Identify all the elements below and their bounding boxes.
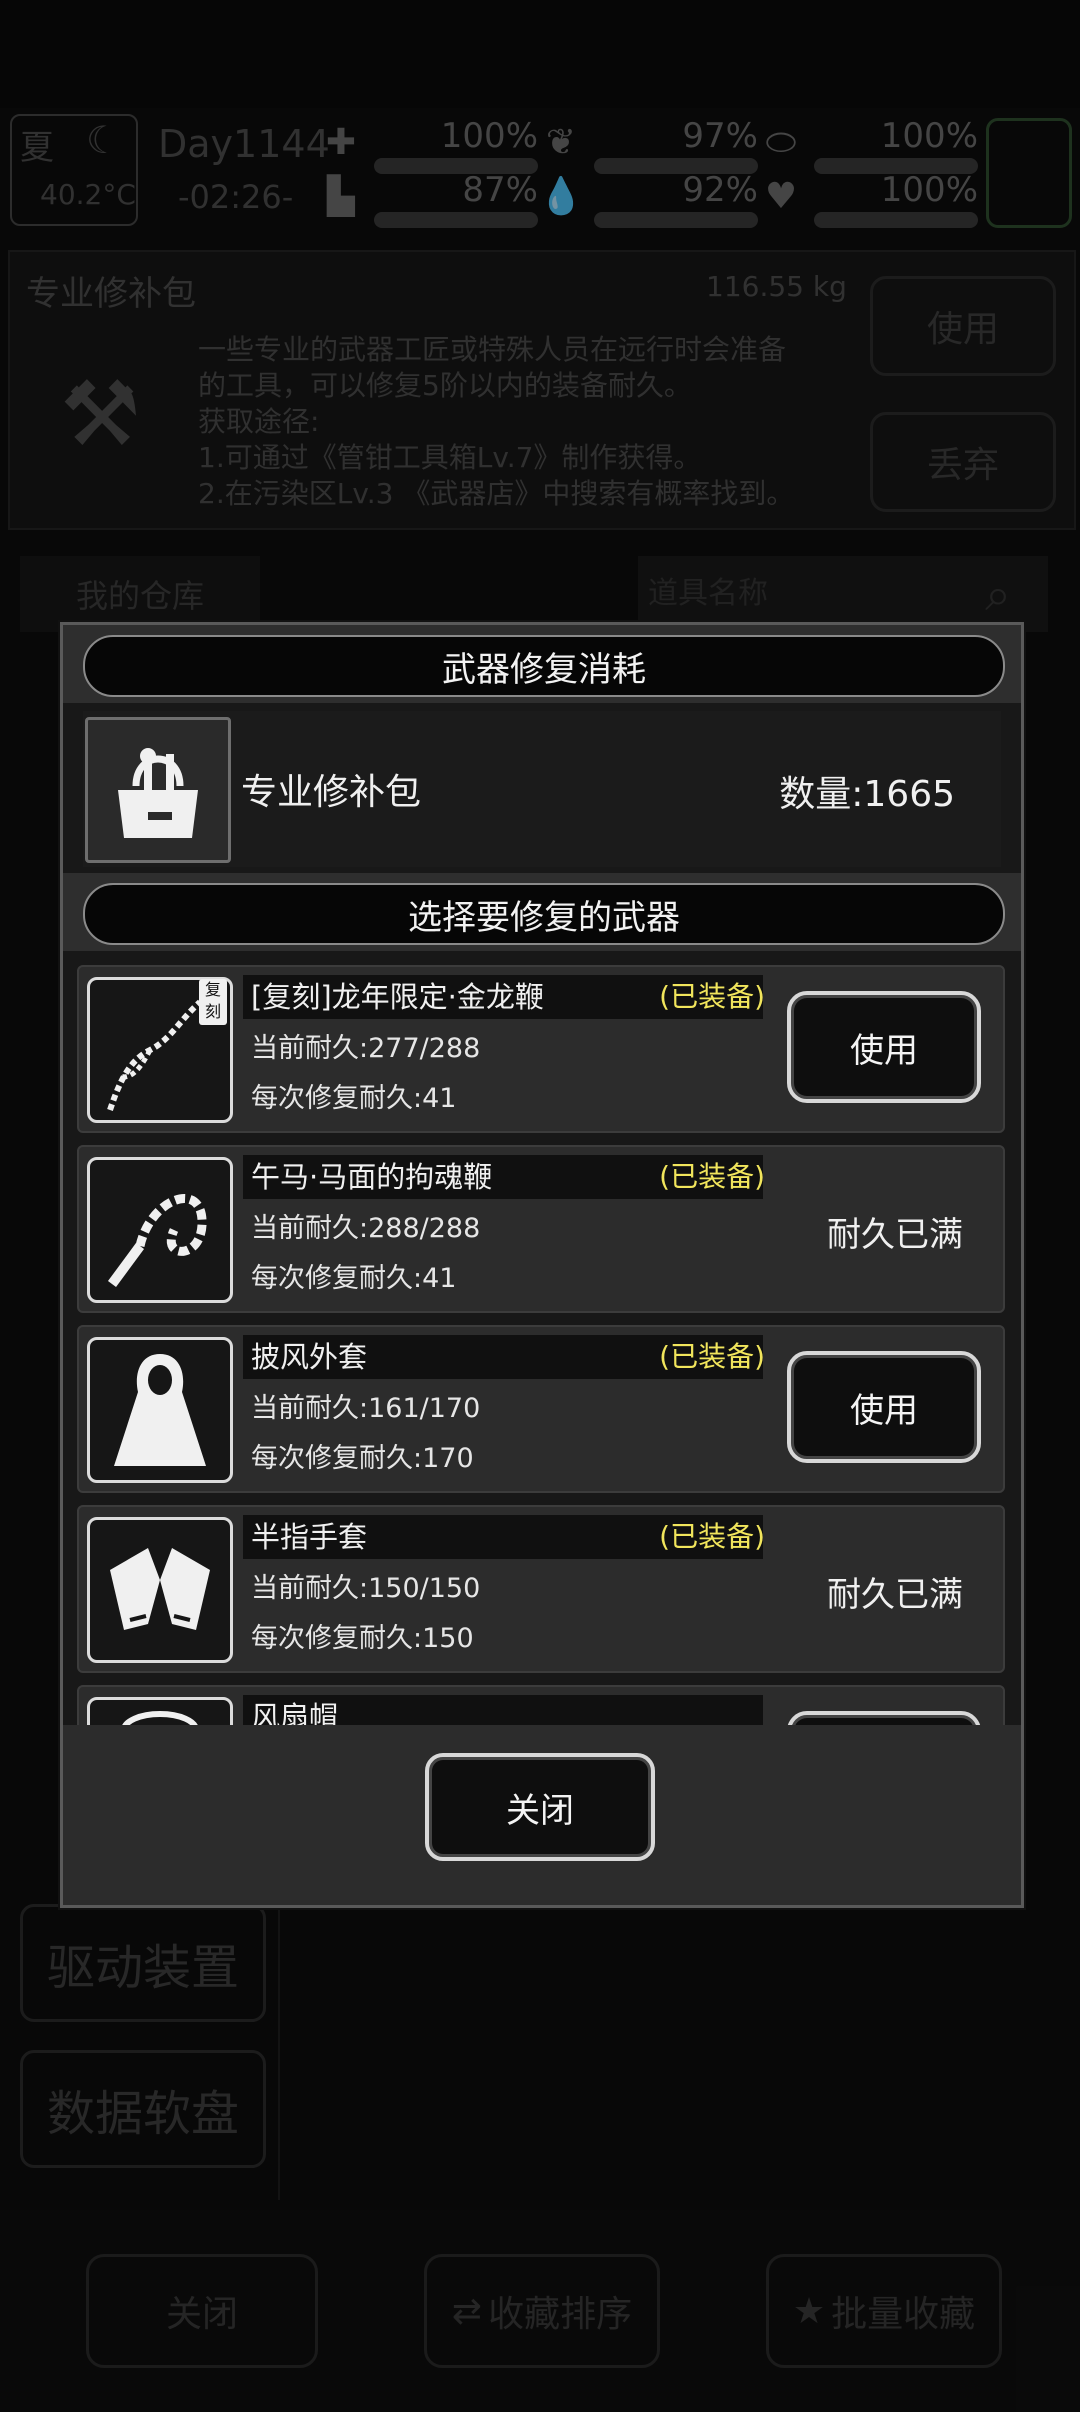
weapon-name: 午马·马面的拘魂鞭 [251, 1160, 493, 1194]
weapon-card: 复刻 [复刻]龙年限定·金龙鞭 (已装备) 当前耐久:277/288 每次修复耐… [77, 965, 1005, 1133]
select-header: 选择要修复的武器 [63, 873, 1021, 951]
use-button[interactable] [787, 1711, 981, 1725]
use-button[interactable]: 使用 [787, 1351, 981, 1463]
close-button[interactable]: 关闭 [425, 1753, 655, 1861]
modal-title: 武器修复消耗 [83, 635, 1005, 697]
repair-amount: 每次修复耐久:170 [251, 1443, 474, 1474]
durability-full-label: 耐久已满 [827, 1215, 963, 1255]
current-durability: 当前耐久:150/150 [251, 1573, 481, 1604]
equipped-tag: (已装备) [659, 1520, 765, 1553]
select-title: 选择要修复的武器 [83, 883, 1005, 945]
repair-modal: 武器修复消耗 专业修补包 数量:1665 选择要修复的武器 复刻 [复刻]龙年限… [60, 622, 1024, 1908]
weapon-card: 披风外套 (已装备) 当前耐久:161/170 每次修复耐久:170 使用 [77, 1325, 1005, 1493]
weapon-name: [复刻]龙年限定·金龙鞭 [251, 980, 544, 1014]
use-button[interactable]: 使用 [787, 991, 981, 1103]
weapon-name: 披风外套 [251, 1340, 368, 1374]
current-durability: 当前耐久:161/170 [251, 1393, 481, 1424]
equipped-tag: (已装备) [659, 980, 765, 1013]
toolkit-icon [118, 748, 198, 838]
equipped-tag: (已装备) [659, 1340, 765, 1373]
repair-amount: 每次修复耐久:41 [251, 1083, 457, 1114]
weapon-thumbnail [87, 1517, 233, 1663]
cloak-icon [114, 1354, 206, 1466]
weapon-thumbnail [87, 1337, 233, 1483]
weapon-card: 半指手套 (已装备) 当前耐久:150/150 每次修复耐久:150 耐久已满 [77, 1505, 1005, 1673]
modal-header: 武器修复消耗 [63, 625, 1021, 703]
kit-thumbnail [85, 717, 231, 863]
durability-full-label: 耐久已满 [827, 1575, 963, 1615]
hat-icon [122, 1711, 198, 1725]
weapon-card: 风扇帽 [77, 1685, 1005, 1725]
current-durability: 当前耐久:288/288 [251, 1213, 481, 1244]
gloves-icon [110, 1548, 210, 1630]
repair-amount: 每次修复耐久:41 [251, 1263, 457, 1294]
equipped-tag: (已装备) [659, 1160, 765, 1193]
kit-quantity: 数量:1665 [779, 774, 955, 815]
repair-amount: 每次修复耐久:150 [251, 1623, 474, 1654]
weapon-name: 风扇帽 [251, 1700, 339, 1725]
repair-kit-row: 专业修补包 数量:1665 [83, 711, 1001, 867]
weapon-card: 午马·马面的拘魂鞭 (已装备) 当前耐久:288/288 每次修复耐久:41 耐… [77, 1145, 1005, 1313]
weapon-list[interactable]: 复刻 [复刻]龙年限定·金龙鞭 (已装备) 当前耐久:277/288 每次修复耐… [63, 955, 1021, 1725]
weapon-name: 半指手套 [251, 1520, 368, 1554]
modal-footer: 关闭 [63, 1725, 1021, 1905]
replica-badge: 复刻 [199, 979, 227, 1025]
weapon-thumbnail [87, 1697, 233, 1725]
chain-whip-icon [107, 1194, 207, 1287]
weapon-thumbnail [87, 1157, 233, 1303]
current-durability: 当前耐久:277/288 [251, 1033, 481, 1064]
kit-name: 专业修补包 [241, 772, 422, 813]
